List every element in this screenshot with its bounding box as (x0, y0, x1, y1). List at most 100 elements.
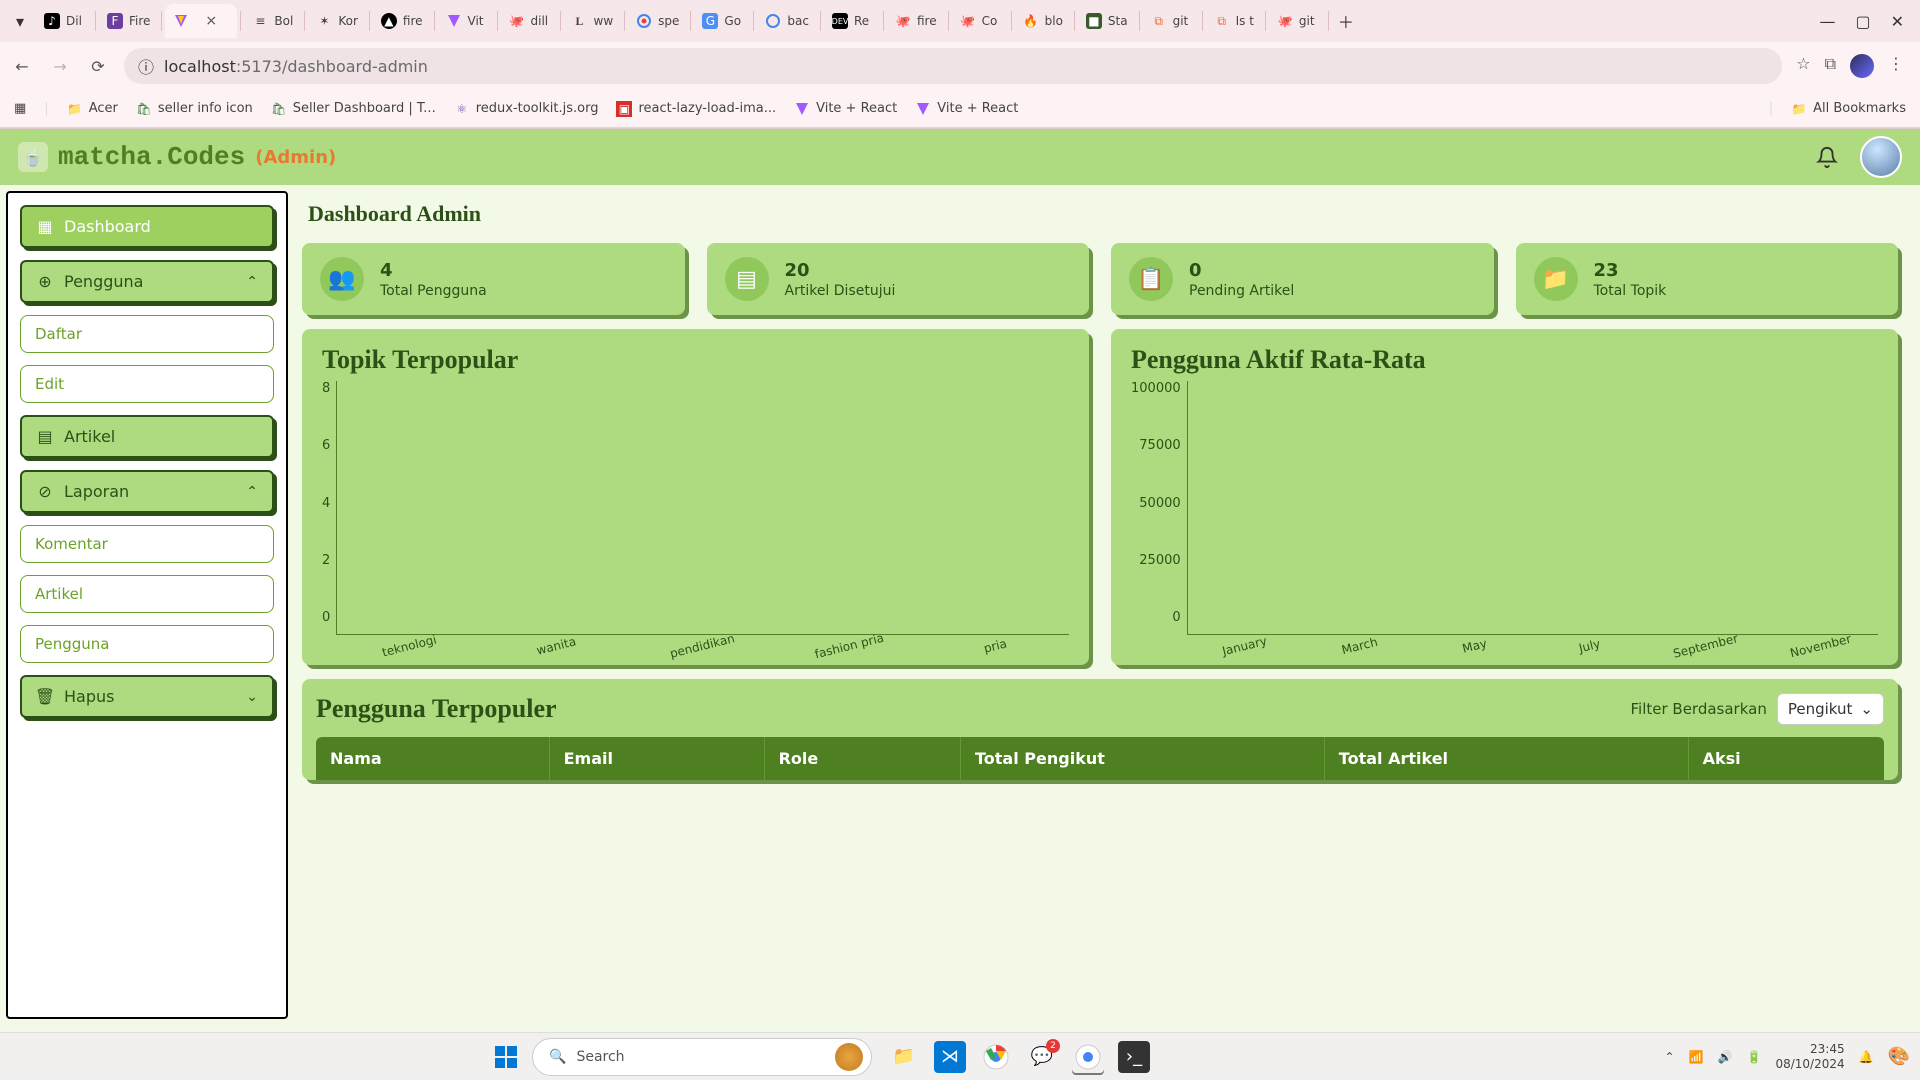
taskbar-app-vscode[interactable]: ⋊ (934, 1041, 966, 1073)
browser-tab[interactable]: GGo (694, 4, 750, 38)
copilot-icon[interactable]: 🎨 (1888, 1046, 1910, 1067)
volume-icon[interactable]: 🔊 (1718, 1050, 1733, 1064)
filter-select[interactable]: Pengikut⌄ (1777, 693, 1884, 725)
table-header: Nama Email Role Total Pengikut Total Art… (316, 737, 1884, 780)
taskbar-app-terminal[interactable]: ›_ (1118, 1041, 1150, 1073)
forward-button[interactable]: → (48, 54, 72, 78)
search-placeholder: Search (576, 1049, 624, 1065)
folder-icon: 📁 (1534, 257, 1578, 301)
user-avatar[interactable] (1860, 136, 1902, 178)
browser-tab[interactable]: DEVRe (824, 4, 880, 38)
browser-tab[interactable]: 🐙dill (501, 4, 557, 38)
taskbar-datetime[interactable]: 23:4508/10/2024 (1775, 1042, 1844, 1071)
browser-tab[interactable]: bac (757, 4, 817, 38)
chevron-down-icon: ⌄ (246, 689, 258, 705)
page-title: Dashboard Admin (308, 201, 1898, 227)
trash-icon: 🗑 (36, 687, 54, 706)
bookmark-item[interactable]: Vite + React (794, 101, 897, 117)
stat-value: 20 (785, 260, 896, 281)
sidebar-item-dashboard[interactable]: ▦Dashboard (20, 205, 274, 248)
sidebar-sub-pengguna[interactable]: Pengguna (20, 625, 274, 663)
all-bookmarks-button[interactable]: 📁All Bookmarks (1791, 101, 1906, 117)
browser-tab[interactable]: ♪Dil (36, 4, 92, 38)
tray-chevron-icon[interactable]: ⌃ (1665, 1050, 1675, 1064)
taskbar-app-explorer[interactable]: 📁 (888, 1041, 920, 1073)
main-content: Dashboard Admin 👥 4Total Pengguna ▤ 20Ar… (294, 185, 1920, 1025)
browser-tab-active[interactable]: × (165, 4, 237, 38)
taskbar-app-chrome[interactable] (980, 1041, 1012, 1073)
profile-avatar[interactable] (1850, 54, 1874, 78)
bookmark-item[interactable]: 🛍Seller Dashboard | T... (271, 101, 436, 117)
close-icon[interactable]: × (205, 13, 217, 29)
sidebar-sub-artikel[interactable]: Artikel (20, 575, 274, 613)
sidebar-sub-komentar[interactable]: Komentar (20, 525, 274, 563)
sidebar: ▦Dashboard ⊕Pengguna⌃ Daftar Edit ▤Artik… (6, 191, 288, 1019)
tab-dropdown-button[interactable]: ▾ (6, 7, 34, 35)
browser-tab[interactable]: spe (628, 4, 687, 38)
sidebar-sub-daftar[interactable]: Daftar (20, 315, 274, 353)
address-bar[interactable]: ⓘ localhost:5173/dashboard-admin (124, 48, 1782, 84)
browser-tab[interactable]: FFire (99, 4, 158, 38)
address-bar-row: ← → ⟳ ⓘ localhost:5173/dashboard-admin ☆… (0, 42, 1920, 90)
back-button[interactable]: ← (10, 54, 34, 78)
bookmark-item[interactable]: ⚛redux-toolkit.js.org (454, 101, 599, 117)
reload-button[interactable]: ⟳ (86, 54, 110, 78)
browser-tab[interactable]: ⧉Is t (1206, 4, 1262, 38)
site-info-icon[interactable]: ⓘ (138, 54, 154, 78)
taskbar-app-whatsapp[interactable]: 💬2 (1026, 1041, 1058, 1073)
y-axis: 86420 (322, 381, 336, 653)
bar-plot (336, 381, 1069, 635)
minimize-icon[interactable]: — (1819, 12, 1835, 31)
extensions-icon[interactable]: ⧉ (1825, 54, 1836, 78)
tab-label: Bol (274, 14, 293, 28)
browser-tab[interactable]: ⧉git (1143, 4, 1199, 38)
bookmark-item[interactable]: Vite + React (915, 101, 1018, 117)
taskbar-app-chrome-active[interactable] (1072, 1041, 1104, 1073)
table-col-email: Email (550, 737, 765, 780)
article-icon: ▤ (725, 257, 769, 301)
browser-tab[interactable]: 🔥blo (1015, 4, 1071, 38)
apps-grid-icon[interactable]: ▦ (14, 101, 26, 116)
tab-label: ww (594, 14, 614, 28)
sidebar-item-laporan[interactable]: ⊘Laporan⌃ (20, 470, 274, 513)
search-icon: 🔍 (549, 1049, 566, 1065)
browser-tab[interactable]: Lww (564, 4, 622, 38)
url-path: /dashboard-admin (282, 57, 428, 76)
notifications-icon[interactable]: 🔔 (1859, 1050, 1874, 1064)
browser-tab[interactable]: Vit (438, 4, 494, 38)
sidebar-item-artikel[interactable]: ▤Artikel (20, 415, 274, 458)
bookmark-item[interactable]: 📁Acer (67, 101, 118, 117)
sidebar-item-label: Dashboard (64, 217, 151, 236)
browser-tab[interactable]: ■Sta (1078, 4, 1136, 38)
select-value: Pengikut (1788, 700, 1853, 718)
search-mascot-icon (835, 1043, 863, 1071)
maximize-icon[interactable]: ▢ (1855, 12, 1870, 31)
sidebar-sub-edit[interactable]: Edit (20, 365, 274, 403)
tab-label: Dil (66, 14, 82, 28)
wifi-icon[interactable]: 📶 (1689, 1050, 1704, 1064)
taskbar-search[interactable]: 🔍 Search (532, 1038, 872, 1076)
star-icon[interactable]: ☆ (1796, 54, 1810, 78)
browser-tab[interactable]: 🐙fire (887, 4, 945, 38)
stat-value: 23 (1594, 260, 1667, 281)
browser-tab[interactable]: ▲fire (373, 4, 431, 38)
bookmark-item[interactable]: 🛍seller info icon (136, 101, 253, 117)
kebab-menu-icon[interactable]: ⋮ (1888, 54, 1904, 78)
browser-tab[interactable]: ≡Bol (244, 4, 301, 38)
bookmark-item[interactable]: ▣react-lazy-load-ima... (616, 101, 776, 117)
close-window-icon[interactable]: ✕ (1891, 12, 1904, 31)
bell-icon[interactable] (1816, 146, 1838, 168)
tab-label: Fire (129, 14, 150, 28)
filter-label: Filter Berdasarkan (1631, 700, 1767, 718)
battery-icon[interactable]: 🔋 (1747, 1050, 1762, 1064)
new-tab-button[interactable]: ＋ (1332, 7, 1360, 35)
start-button[interactable] (490, 1041, 522, 1073)
sidebar-item-hapus[interactable]: 🗑Hapus⌄ (20, 675, 274, 718)
table-col-aksi: Aksi (1689, 737, 1884, 780)
tab-label: spe (658, 14, 679, 28)
x-axis: teknologiwanitapendidikanfashion priapri… (336, 635, 1069, 653)
sidebar-item-pengguna[interactable]: ⊕Pengguna⌃ (20, 260, 274, 303)
browser-tab[interactable]: 🐙git (1269, 4, 1325, 38)
browser-tab[interactable]: 🐙Co (952, 4, 1008, 38)
browser-tab[interactable]: ✶Kor (308, 4, 366, 38)
